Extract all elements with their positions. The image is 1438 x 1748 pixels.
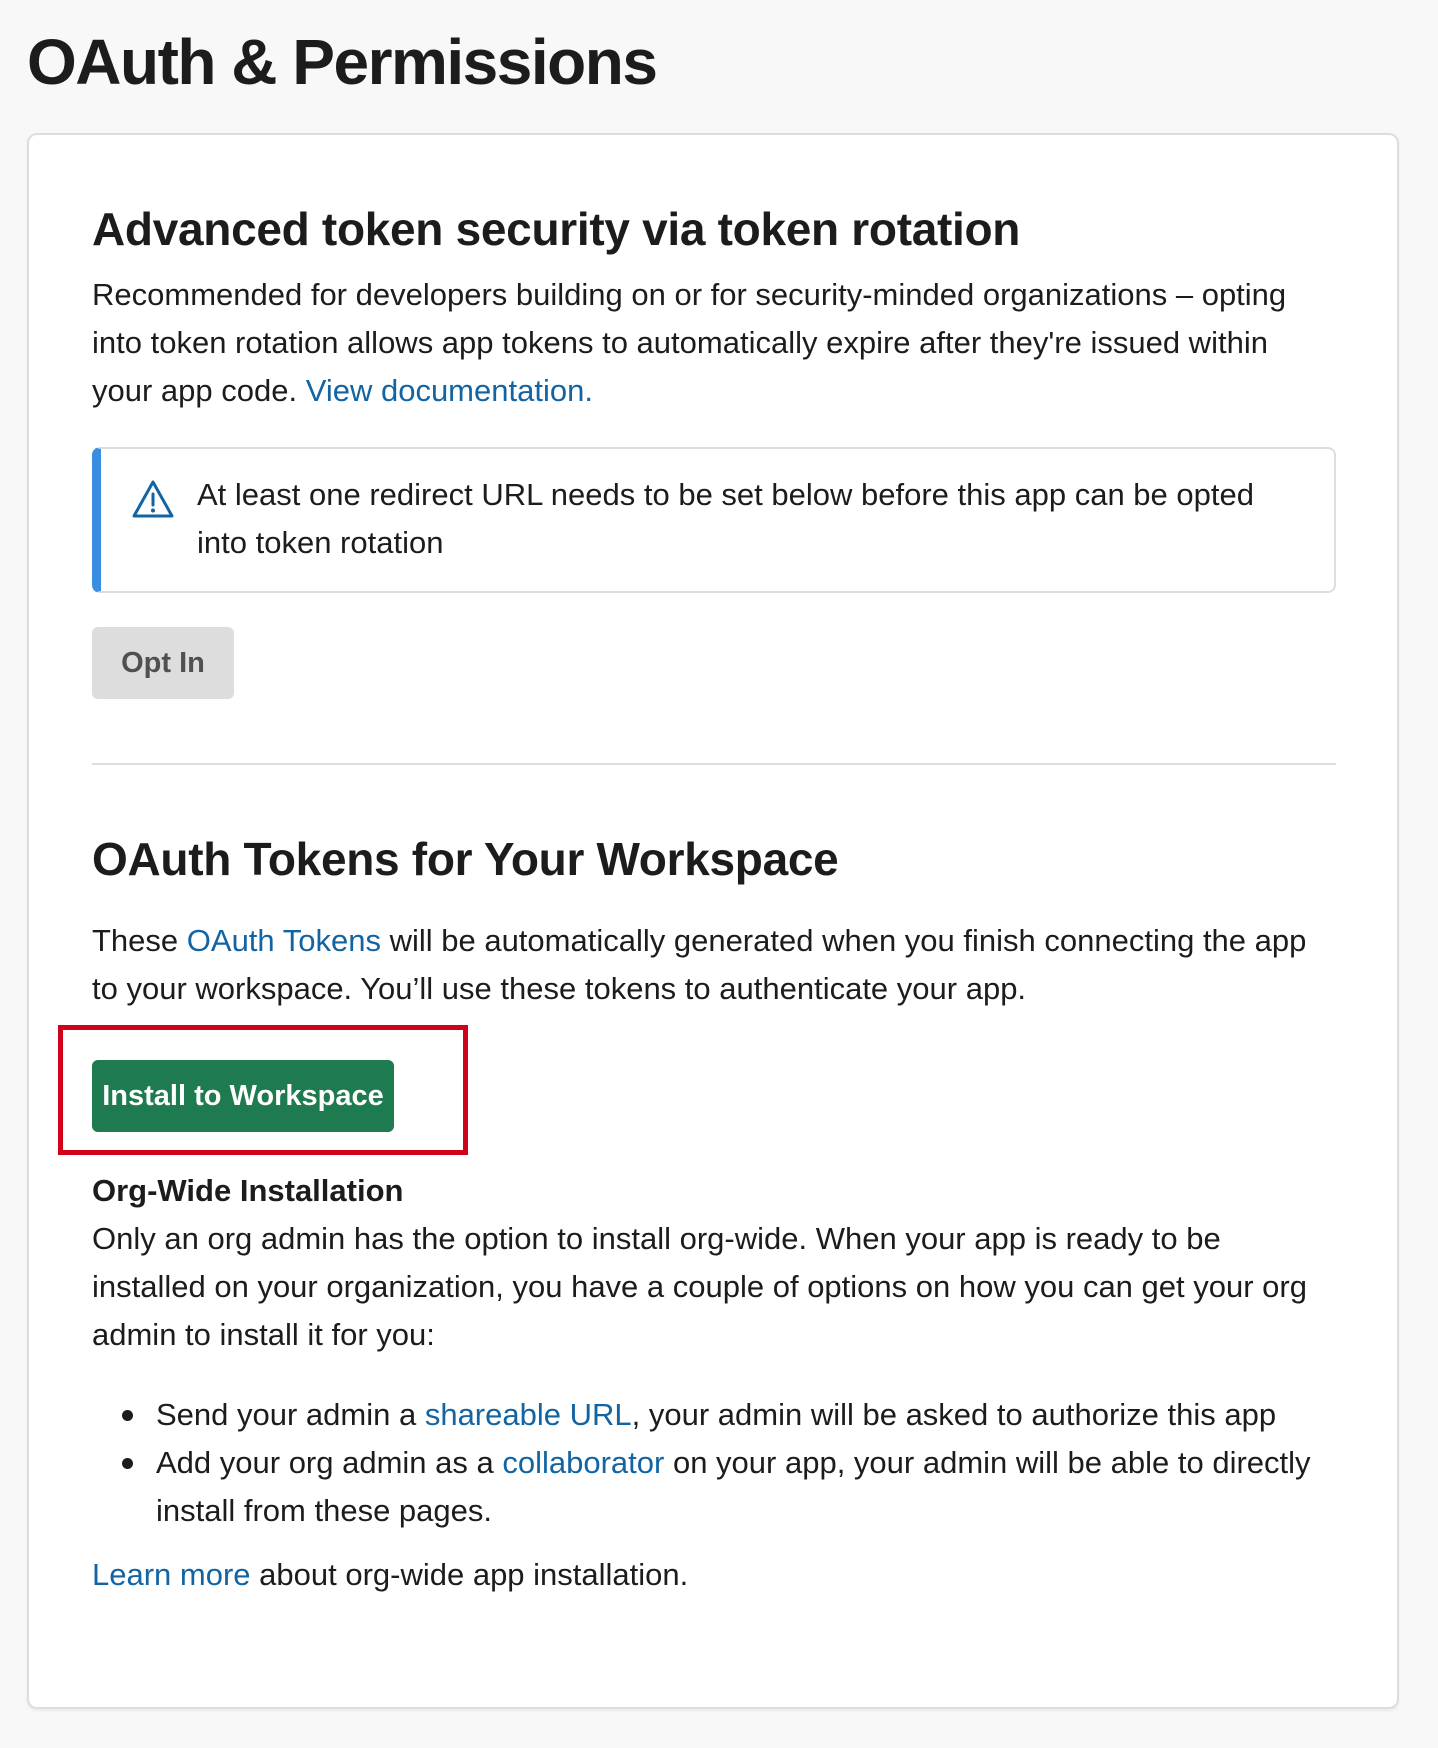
bullet-icon [122, 1458, 133, 1469]
token-rotation-description: Recommended for developers building on o… [92, 271, 1336, 415]
section-divider [92, 763, 1336, 765]
learn-more-line: Learn more about org-wide app installati… [92, 1551, 1336, 1599]
learn-more-suffix: about org-wide app installation. [250, 1557, 689, 1592]
bullet-suffix: , your admin will be asked to authorize … [631, 1397, 1277, 1432]
oauth-tokens-link[interactable]: OAuth Tokens [187, 923, 381, 958]
redirect-url-alert: At least one redirect URL needs to be se… [92, 447, 1336, 593]
org-wide-title: Org-Wide Installation [92, 1173, 404, 1208]
opt-in-button[interactable]: Opt In [92, 627, 234, 699]
list-item: Add your org admin as a collaborator on … [122, 1439, 1336, 1535]
settings-card: Advanced token security via token rotati… [27, 133, 1399, 1709]
alert-message: At least one redirect URL needs to be se… [197, 477, 1254, 560]
install-to-workspace-button[interactable]: Install to Workspace [92, 1060, 394, 1132]
oauth-tokens-desc-prefix: These [92, 923, 187, 958]
bullet-prefix: Add your org admin as a [156, 1445, 503, 1480]
oauth-tokens-description: These OAuth Tokens will be automatically… [92, 917, 1336, 1013]
org-wide-description: Only an org admin has the option to inst… [92, 1221, 1307, 1352]
list-item: Send your admin a shareable URL, your ad… [122, 1391, 1336, 1439]
collaborator-link[interactable]: collaborator [502, 1445, 664, 1480]
token-rotation-description-text: Recommended for developers building on o… [92, 277, 1287, 408]
view-documentation-link[interactable]: View documentation. [306, 373, 593, 408]
page-title: OAuth & Permissions [27, 26, 658, 98]
warning-triangle-icon [132, 480, 174, 518]
bullet-prefix: Send your admin a [156, 1397, 425, 1432]
org-wide-options-list: Send your admin a shareable URL, your ad… [92, 1391, 1336, 1535]
token-rotation-title: Advanced token security via token rotati… [92, 203, 1021, 255]
oauth-tokens-title: OAuth Tokens for Your Workspace [92, 833, 839, 885]
learn-more-link[interactable]: Learn more [92, 1557, 251, 1592]
shareable-url-link[interactable]: shareable URL [425, 1397, 632, 1432]
bullet-icon [122, 1410, 133, 1421]
